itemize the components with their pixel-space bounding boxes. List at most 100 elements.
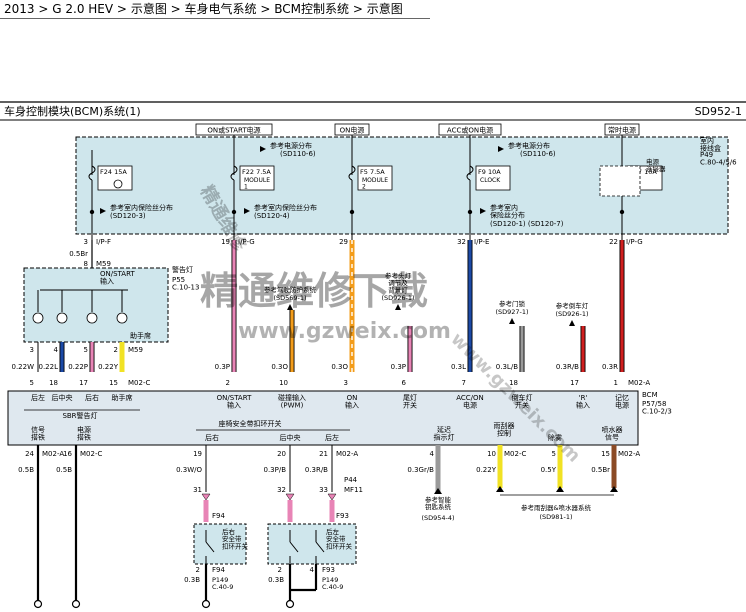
top-pin: 29 [339, 238, 348, 246]
fuse-dist-ref: 参考室内保险丝分布 [110, 203, 173, 212]
fuse-id: F22 7.5A [242, 168, 271, 176]
bottom-ref-code: (SD981-1) [539, 513, 572, 521]
room-lamp-icon [599, 165, 641, 197]
mid-ref: 参考倒车灯 [556, 301, 589, 310]
bcm-wire-label: 0.22W [11, 363, 34, 371]
bottom-pin: 24 [25, 450, 34, 458]
m59-conn: M59 [96, 260, 111, 268]
fuse-junction [89, 209, 95, 215]
bcm-ref: P57/58 C.10-2/3 [642, 400, 672, 416]
bcm-wire-label: 0.22L [39, 363, 59, 371]
bcm-input-label: 记忆电源 [615, 393, 629, 410]
fuse-id: F9 10A [478, 168, 501, 176]
sbr-label: SBR警告灯 [62, 411, 97, 420]
warning-lamp-pin: 4 [54, 346, 59, 354]
bottom-wire: 0.3R/B [305, 466, 328, 474]
ref-arrow [496, 486, 504, 492]
bottom-pin: 20 [277, 450, 286, 458]
bcm-wire-label: 0.3P [391, 363, 406, 371]
f94-conn: F94 [212, 512, 225, 520]
mid-ref: 参考门锁 [499, 299, 526, 308]
f93-ref: P149 C.40-9 [322, 576, 343, 591]
bcm-output-label: 座椅安全带扣环开关 [219, 419, 282, 428]
ref-arrow [610, 486, 618, 492]
bottom-conn: M02-C [80, 450, 102, 458]
f93-conn-bottom: F93 [322, 566, 335, 574]
fuse-sub: CLOCK [480, 177, 501, 184]
fuse-dist-ref-code: (SD120-1) (SD120-7) [490, 220, 564, 228]
bcm-pin: 2 [226, 379, 230, 387]
bcm-name: BCM [642, 391, 658, 399]
bottom-conn: M02-A [618, 450, 640, 458]
bcm-pin: 6 [402, 379, 407, 387]
watermark-main: 精通维修下载 [200, 269, 428, 313]
f94-conn-bottom: F94 [212, 566, 225, 574]
bcm-input-label: 后左 [31, 393, 45, 402]
f93-pin: 2 [278, 566, 282, 574]
warning-lamp-title: 警告灯 [172, 265, 193, 274]
mid-ref-code: (SD926-1) [555, 310, 588, 318]
ground-icon [285, 599, 295, 609]
bcm-wire-label: 0.3P [215, 363, 230, 371]
bcm-conn-left: M02-C [128, 379, 150, 387]
diagram-code: SD952-1 [695, 105, 742, 118]
warning-lamp-pin: 2 [114, 346, 118, 354]
bcm-pin: 17 [79, 379, 88, 387]
bcm-input-label: 助手席 [112, 393, 133, 402]
bcm-pin: 18 [49, 379, 58, 387]
seatbelt-warning-lamp-icon [86, 312, 98, 324]
bcm-output-label: 信号搭铁 [31, 425, 45, 442]
ref-arrow [569, 320, 575, 326]
bcm-wire-label: 0.22P [68, 363, 88, 371]
bottom-ref-code: (SD954-4) [421, 514, 454, 522]
top-wire: 0.5Br [69, 250, 88, 258]
bcm-pin: 15 [109, 379, 118, 387]
mf11-pin: 32 [277, 486, 286, 494]
fuse-dist-ref-code: (SD120-4) [254, 212, 290, 220]
bottom-pin: 4 [430, 450, 435, 458]
mf11-ref: P44 [344, 476, 358, 484]
ref-arrow [556, 486, 564, 492]
wiring-diagram: 车身控制模块(BCM)系统(1) SD952-1室内接线盒P49 C.80-4/5/… [0, 101, 746, 609]
seatbelt-warning-lamp-icon [56, 312, 68, 324]
bcm-output-label: 电源搭铁 [77, 425, 91, 442]
bottom-wire: 0.22Y [476, 466, 497, 474]
bottom-pin: 15 [601, 450, 610, 458]
f93-conn: F93 [336, 512, 349, 520]
warning-lamp-ref: P55 C.10-13 [172, 276, 199, 292]
bottom-pin: 10 [487, 450, 496, 458]
top-conn: I/P-G [626, 238, 643, 246]
fuse-junction [349, 209, 355, 215]
bottom-wire: 0.5Y [541, 466, 557, 474]
bcm-wire-label: 0.3R/B [556, 363, 579, 371]
bottom-wire: 0.3Gr/B [407, 466, 434, 474]
power-label: ACC或ON电源 [447, 126, 493, 135]
bottom-pin: 16 [63, 450, 72, 458]
bcm-pin: 7 [462, 379, 466, 387]
bcm-conn-right: M02-A [628, 379, 650, 387]
bcm-wire-label: 0.3L [451, 363, 466, 371]
f93-wire: 0.3B [268, 576, 284, 584]
top-conn: I/P-E [474, 238, 489, 246]
power-dist-ref: 参考电源分布 [508, 141, 550, 150]
warning-lamp-pin: 3 [30, 346, 34, 354]
bottom-ref: 参考雨刮器&喷水器系统 [521, 503, 592, 512]
bcm-wire-label: 0.22Y [98, 363, 119, 371]
warning-lamp-conn: M59 [128, 346, 143, 354]
power-dist-ref-code: (SD110-6) [280, 150, 316, 158]
ref-arrow [434, 488, 442, 494]
bcm-pin: 1 [614, 379, 618, 387]
bottom-wire: 0.5B [56, 466, 72, 474]
bcm-input-label: 碰撞输入(PWM) [278, 393, 306, 410]
connector-pin [201, 493, 211, 501]
watermark-url: www.gzweix.com [238, 319, 451, 344]
power-label: ON或START电源 [207, 126, 260, 135]
bcm-pin: 17 [570, 379, 579, 387]
top-pin: 32 [457, 238, 466, 246]
fuse-junction [619, 209, 625, 215]
f93-pin: 4 [310, 566, 315, 574]
fuse-dist-ref-code: (SD120-3) [110, 212, 146, 220]
bottom-wire: 0.5B [18, 466, 34, 474]
bcm-pin: 3 [344, 379, 348, 387]
bottom-wire: 0.5Br [591, 466, 610, 474]
